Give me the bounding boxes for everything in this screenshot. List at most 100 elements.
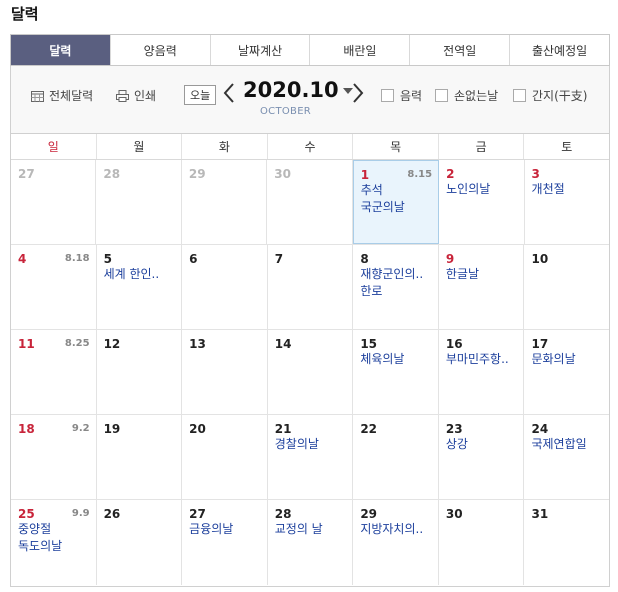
calendar-day-cell[interactable]: 27 금융의날 [182, 500, 268, 585]
tab-ovulation[interactable]: 배란일 [310, 35, 411, 65]
lunar-checkbox[interactable]: 음력 [381, 87, 422, 104]
calendar-day-cell[interactable]: 13 [182, 330, 268, 414]
weekday-sat: 토 [561, 140, 573, 154]
day-number: 23 [445, 422, 463, 436]
weekday-sun: 일 [11, 134, 97, 159]
day-number: 16 [445, 337, 463, 351]
day-event[interactable]: 교정의 날 [275, 521, 353, 538]
calendar-day-cell[interactable]: 16 부마민주항.. [439, 330, 525, 414]
tab-lunar-solar[interactable]: 양음력 [110, 35, 211, 65]
month-english-label: OCTOBER [260, 106, 312, 117]
calendar-day-cell[interactable]: 1 8.15 추석 국군의날 [352, 160, 440, 244]
day-number: 6 [189, 252, 198, 266]
calendar-day-cell[interactable]: 24 국제연합일 [524, 415, 609, 499]
weekday-wed: 수 [268, 134, 354, 159]
calendar-icon [31, 90, 44, 102]
calendar-day-cell[interactable]: 27 [11, 160, 97, 244]
day-number: 5 [103, 252, 112, 266]
day-event[interactable]: 문화의날 [531, 351, 609, 368]
day-event[interactable]: 한로 [360, 283, 438, 300]
ganji-checkbox-label: 간지(干支) [532, 89, 588, 103]
calendar-day-cell[interactable]: 11 8.25 [11, 330, 97, 414]
tab-bar: 달력 양음력 날짜계산 배란일 전역일 출산예정일 [10, 34, 610, 66]
day-number: 7 [274, 252, 284, 266]
tab-calendar[interactable]: 달력 [11, 35, 111, 65]
calendar-day-cell[interactable]: 20 [182, 415, 268, 499]
calendar-day-cell[interactable]: 28 [96, 160, 182, 244]
checkbox-icon [435, 89, 448, 102]
day-event[interactable]: 노인의날 [446, 181, 523, 198]
no-son-day-checkbox[interactable]: 손없는날 [435, 87, 498, 104]
calendar-day-cell[interactable]: 18 9.2 [11, 415, 97, 499]
tab-due-date[interactable]: 출산예정일 [510, 35, 609, 65]
calendar-day-cell[interactable]: 7 [268, 245, 354, 329]
calendar-day-cell[interactable]: 8 재향군인의.. 한로 [353, 245, 439, 329]
day-event[interactable]: 국제연합일 [531, 436, 609, 453]
ganji-checkbox[interactable]: 간지(干支) [513, 87, 587, 104]
calendar-day-cell[interactable]: 14 [268, 330, 354, 414]
day-event[interactable]: 한글날 [446, 266, 524, 283]
calendar-day-cell[interactable]: 23 상강 [439, 415, 525, 499]
day-event[interactable]: 금융의날 [189, 521, 267, 538]
calendar-day-cell[interactable]: 28 교정의 날 [268, 500, 354, 585]
calendar-day-cell[interactable]: 21 경찰의날 [268, 415, 354, 499]
year-month-selector[interactable]: 2020.10 [243, 78, 353, 102]
calendar-day-cell[interactable]: 25 9.9 중양절 독도의날 [11, 500, 97, 585]
full-calendar-button[interactable]: 전체달력 [31, 87, 93, 104]
day-event[interactable]: 지방자치의.. [360, 521, 438, 538]
calendar-day-cell[interactable]: 10 [524, 245, 609, 329]
checkbox-icon [513, 89, 526, 102]
calendar-week: 25 9.9 중양절 독도의날 26 27 금융의날 28 교정의 날 29 지방자치의.. 30 31 [11, 500, 609, 585]
calendar-week: 11 8.25 12 13 14 15 체육의날 16 부마민주항.. 17 문화의날 [11, 330, 609, 415]
day-number: 13 [189, 337, 206, 351]
weekday-tue: 화 [182, 134, 268, 159]
calendar-day-cell[interactable]: 2 노인의날 [439, 160, 525, 244]
page-title: 달력 [11, 5, 39, 23]
prev-month-icon[interactable] [222, 81, 236, 105]
tab-discharge[interactable]: 전역일 [410, 35, 511, 65]
day-event[interactable]: 경찰의날 [275, 436, 353, 453]
tab-date-calc[interactable]: 날짜계산 [210, 35, 311, 65]
lunar-checkbox-label: 음력 [400, 89, 423, 103]
calendar-day-cell[interactable]: 30 [439, 500, 525, 585]
day-number: 3 [531, 167, 540, 181]
day-number: 26 [103, 507, 121, 521]
day-event[interactable]: 재향군인의.. [360, 266, 438, 283]
calendar-day-cell[interactable]: 19 [97, 415, 183, 499]
day-event[interactable]: 상강 [446, 436, 524, 453]
calendar-day-cell[interactable]: 31 [524, 500, 609, 585]
no-son-day-checkbox-label: 손없는날 [454, 89, 499, 103]
calendar-day-cell[interactable]: 6 [182, 245, 268, 329]
day-event[interactable]: 중양절 [18, 521, 96, 538]
day-event[interactable]: 세계 한인.. [104, 266, 182, 283]
calendar-day-cell[interactable]: 17 문화의날 [524, 330, 609, 414]
day-event[interactable]: 독도의날 [18, 538, 96, 555]
calendar-day-cell[interactable]: 30 [267, 160, 353, 244]
calendar-day-cell[interactable]: 4 8.18 [11, 245, 97, 329]
print-button[interactable]: 인쇄 [116, 87, 156, 104]
day-event[interactable]: 개천절 [532, 181, 609, 198]
day-number: 30 [445, 507, 463, 521]
day-event[interactable]: 추석 [361, 182, 438, 199]
calendar-day-cell[interactable]: 26 [97, 500, 183, 585]
day-number: 27 [18, 167, 35, 181]
calendar-day-cell[interactable]: 29 [182, 160, 268, 244]
day-number: 29 [360, 507, 378, 521]
day-event[interactable]: 부마민주항.. [446, 351, 524, 368]
calendar-day-cell[interactable]: 9 한글날 [439, 245, 525, 329]
day-event[interactable]: 국군의날 [361, 199, 438, 216]
weekday-header: 일 월 화 수 목 금 토 [11, 134, 609, 160]
calendar-week: 18 9.2 19 20 21 경찰의날 22 23 상강 24 국제연합일 [11, 415, 609, 500]
calendar-week: 4 8.18 5 세계 한인.. 6 7 8 재향군인의.. 한로 9 한글날 10 [11, 245, 609, 330]
calendar-day-cell[interactable]: 29 지방자치의.. [353, 500, 439, 585]
day-event[interactable]: 체육의날 [360, 351, 438, 368]
calendar-day-cell[interactable]: 15 체육의날 [353, 330, 439, 414]
calendar-day-cell[interactable]: 22 [353, 415, 439, 499]
print-label: 인쇄 [134, 89, 157, 103]
calendar-day-cell[interactable]: 5 세계 한인.. [97, 245, 183, 329]
day-number: 17 [531, 337, 549, 351]
calendar-day-cell[interactable]: 12 [97, 330, 183, 414]
calendar-day-cell[interactable]: 3 개천절 [525, 160, 609, 244]
today-button[interactable]: 오늘 [184, 85, 217, 105]
next-month-icon[interactable] [351, 81, 365, 105]
